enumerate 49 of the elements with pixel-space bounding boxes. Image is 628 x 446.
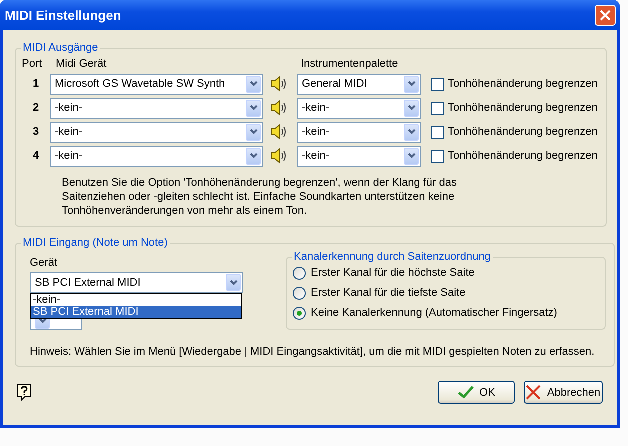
checkbox[interactable] — [431, 150, 444, 162]
speaker-icon[interactable] — [271, 76, 289, 92]
radio-label: Erster Kanal für die tiefste Saite — [311, 287, 466, 299]
palette-dropdown[interactable]: -kein- — [297, 122, 421, 142]
checkbox[interactable] — [431, 126, 444, 138]
checkbox[interactable] — [431, 78, 444, 90]
window-title: MIDI Einstellungen — [4, 8, 122, 22]
group-title: MIDI Ausgänge — [22, 42, 100, 54]
ok-button[interactable]: OK — [438, 381, 515, 404]
checkbox-label: Tonhöhenänderung begrenzen — [448, 150, 598, 162]
palette-dropdown[interactable]: General MIDI — [297, 74, 421, 94]
speaker-icon[interactable] — [271, 124, 289, 140]
device-dropdown[interactable]: -kein- — [50, 122, 263, 142]
checkbox-label: Tonhöhenänderung begrenzen — [448, 102, 598, 114]
checkmark-icon — [458, 386, 474, 399]
radio-button[interactable] — [293, 306, 306, 320]
radio-button[interactable] — [293, 286, 306, 300]
palette-dropdown[interactable]: -kein- — [297, 98, 421, 118]
help-icon[interactable] — [17, 384, 32, 401]
speaker-icon[interactable] — [271, 100, 289, 116]
checkbox-label: Tonhöhenänderung begrenzen — [448, 126, 598, 138]
radio-button[interactable] — [293, 266, 306, 280]
cross-icon — [526, 385, 542, 400]
radio-label: Keine Kanalerkennung (Automatischer Fingersatz) — [311, 307, 558, 319]
port-number: 1 — [32, 78, 40, 90]
speaker-icon[interactable] — [271, 148, 289, 164]
close-button[interactable] — [595, 4, 616, 26]
port-number: 2 — [32, 102, 40, 114]
cancel-button[interactable]: Abbrechen — [524, 381, 603, 404]
dropdown-option[interactable]: SB PCI External MIDI — [31, 306, 241, 318]
info-text: Benutzen Sie die Option 'Tonhöhenänderung begrenzen', wenn der Klang für das Saitenziehen oder -gleiten schlecht ist. Einfache Soundkarten unterstützen keine Tonhöhenveränderungen von mehr als einem Ton. — [62, 176, 458, 218]
column-header: Midi Gerät — [56, 58, 108, 70]
device-dropdown[interactable]: Microsoft GS Wavetable SW Synth — [50, 74, 263, 94]
checkbox-label: Tonhöhenänderung begrenzen — [448, 78, 598, 90]
group-title: Kanalerkennung durch Saitenzuordnung — [293, 251, 492, 263]
device-dropdown[interactable]: -kein- — [50, 146, 263, 166]
radio-label: Erster Kanal für die höchste Saite — [311, 267, 475, 279]
port-number: 4 — [32, 150, 40, 162]
device-dropdown[interactable]: -kein- — [50, 98, 263, 118]
group-title: MIDI Eingang (Note um Note) — [22, 237, 169, 249]
column-header: Port — [22, 58, 44, 70]
field-label: Gerät — [30, 257, 59, 269]
palette-dropdown[interactable]: -kein- — [297, 146, 421, 166]
close-icon — [600, 10, 611, 20]
column-header: Instrumentenpalette — [301, 58, 398, 70]
port-number: 3 — [32, 126, 40, 138]
device-dropdown[interactable]: SB PCI External MIDI — [30, 272, 243, 293]
hint-text: Hinweis: Wählen Sie im Menü [Wiedergabe | MIDI Eingangsaktivität], um die mit MIDI gespielten Noten zu erfassen. — [30, 346, 596, 358]
checkbox[interactable] — [431, 102, 444, 114]
